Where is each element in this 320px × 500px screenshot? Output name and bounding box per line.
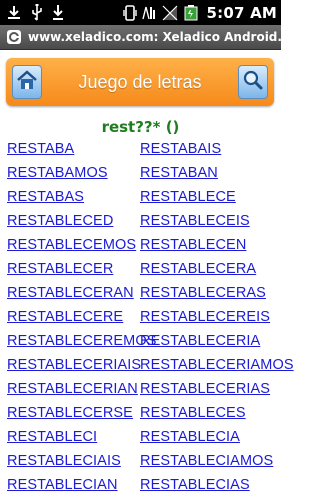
- word-link[interactable]: RESTABAMOS: [7, 161, 140, 185]
- home-icon: [16, 69, 38, 95]
- search-icon: [242, 69, 264, 95]
- word-link[interactable]: RESTABLECIAMOS: [140, 449, 274, 473]
- word-link[interactable]: RESTABLECED: [7, 209, 140, 233]
- word-link[interactable]: RESTABLECERAN: [7, 281, 140, 305]
- word-link[interactable]: RESTABLECE: [140, 185, 274, 209]
- word-link[interactable]: RESTABLECIA: [140, 425, 274, 449]
- word-link[interactable]: RESTABAN: [140, 161, 274, 185]
- usb-icon: [30, 3, 44, 22]
- word-link[interactable]: RESTABLECEN: [140, 233, 274, 257]
- word-link[interactable]: RESTABLECIAN: [7, 473, 140, 497]
- download-icon: [6, 5, 22, 21]
- word-link[interactable]: RESTABLECER: [7, 257, 140, 281]
- word-link[interactable]: RESTABLECEREMOS: [7, 329, 156, 353]
- app-icon: [6, 29, 22, 45]
- home-button[interactable]: [12, 65, 42, 99]
- word-link[interactable]: RESTABLECERIAN: [7, 377, 140, 401]
- word-link[interactable]: RESTABAS: [7, 185, 140, 209]
- search-query: rest??* (): [101, 118, 180, 136]
- vibrate-icon: [122, 4, 137, 22]
- word-link[interactable]: RESTABLECERE: [7, 305, 140, 329]
- word-link[interactable]: RESTABLECES: [140, 401, 274, 425]
- word-link[interactable]: RESTABLECERIAIS: [7, 353, 141, 377]
- sync-icon: [52, 4, 64, 22]
- word-link[interactable]: RESTABLECEMOS: [7, 233, 140, 257]
- search-button[interactable]: [238, 65, 268, 99]
- battery-icon: [182, 4, 200, 22]
- window-title: www.xeladico.com: Xeladico Android...: [28, 30, 281, 44]
- page-title: Juego de letras: [78, 71, 202, 92]
- word-link[interactable]: RESTABLECIAS: [140, 473, 274, 497]
- clock: 5:07 AM: [206, 3, 277, 22]
- word-link[interactable]: RESTABLECERIA: [140, 329, 274, 353]
- word-link[interactable]: RESTABA: [7, 137, 140, 161]
- word-link[interactable]: RESTABLECERIAMOS: [140, 353, 294, 377]
- word-link[interactable]: RESTABLECEREIS: [140, 305, 274, 329]
- word-list: RESTABA RESTABAIS RESTABAMOS RESTABAN RESTAB…: [7, 137, 294, 497]
- status-bar: 5:07 AM: [0, 0, 281, 25]
- word-link[interactable]: RESTABLECERIAS: [140, 377, 274, 401]
- word-link[interactable]: RESTABLECERSE: [7, 401, 140, 425]
- word-link[interactable]: RESTABLECI: [7, 425, 140, 449]
- word-link[interactable]: RESTABLECERA: [140, 257, 274, 281]
- word-link[interactable]: RESTABLECIAIS: [7, 449, 140, 473]
- word-link[interactable]: RESTABAIS: [140, 137, 274, 161]
- no-signal-icon: [161, 4, 179, 22]
- word-link[interactable]: RESTABLECEIS: [140, 209, 274, 233]
- network-icon: [140, 4, 158, 22]
- title-bar: www.xeladico.com: Xeladico Android...: [0, 25, 281, 50]
- word-link[interactable]: RESTABLECERAS: [140, 281, 274, 305]
- header-bar: Juego de letras: [6, 58, 274, 106]
